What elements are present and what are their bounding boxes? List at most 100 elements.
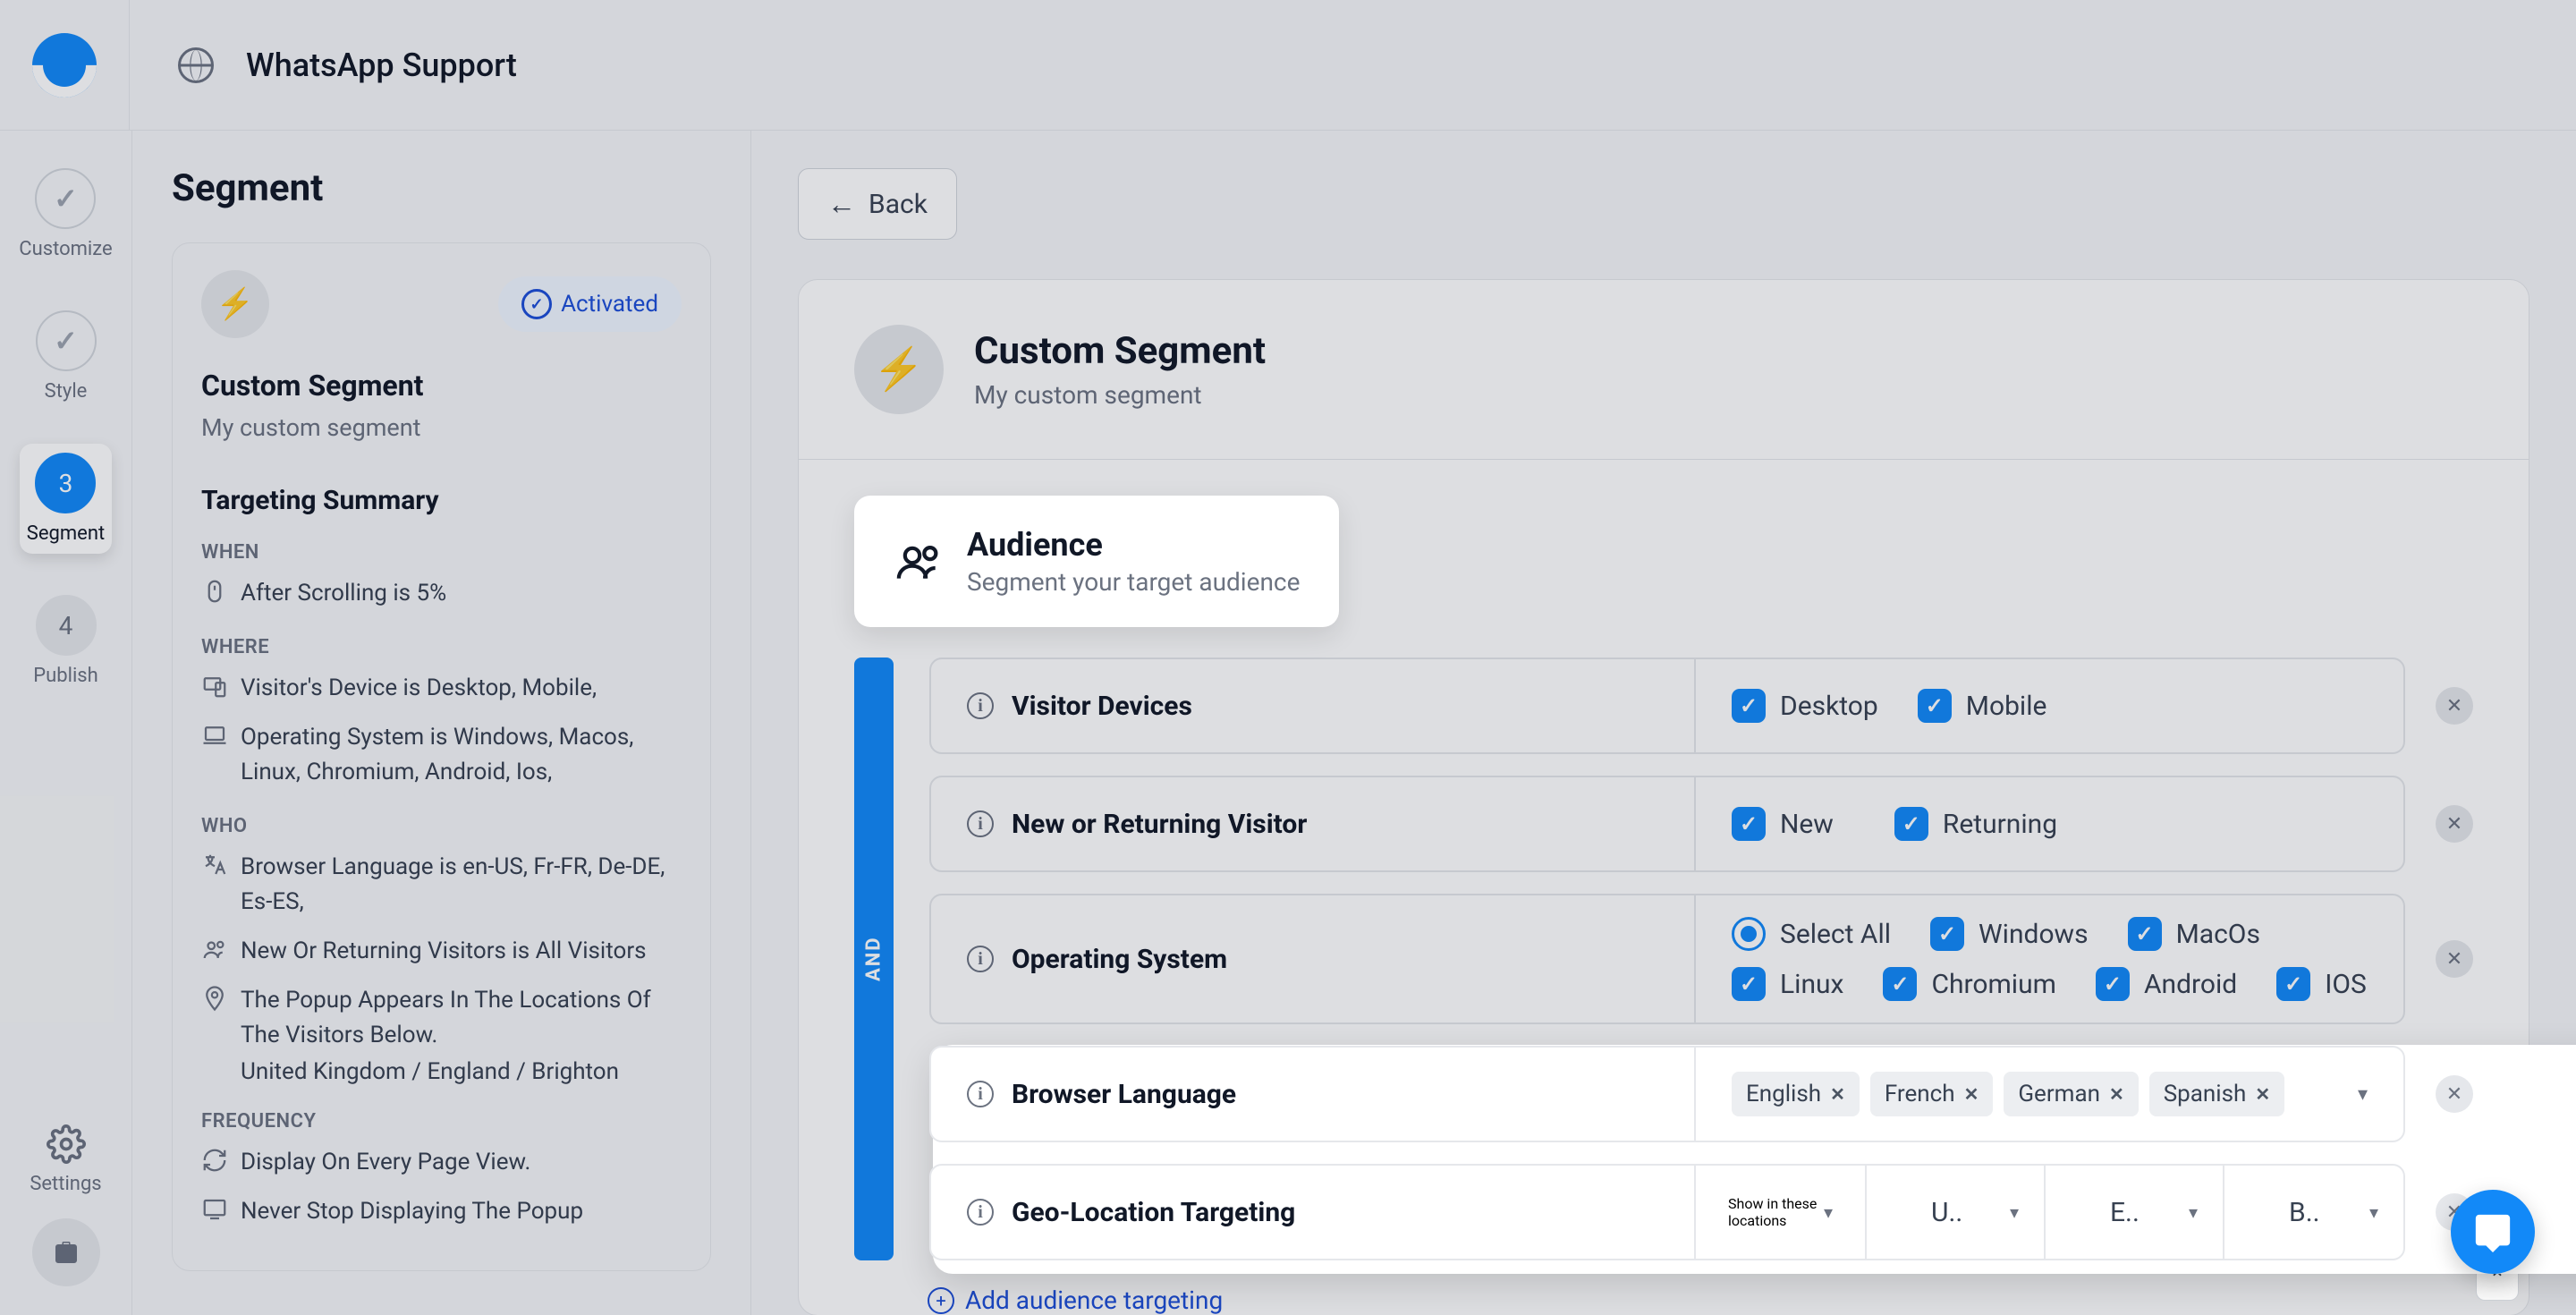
checkbox-chromium[interactable]: Chromium xyxy=(1883,967,2055,1001)
tag-spanish[interactable]: Spanish✕ xyxy=(2149,1072,2284,1116)
bolt-icon: ⚡ xyxy=(854,325,944,414)
chevron-down-icon: ▾ xyxy=(2369,1201,2378,1223)
geo-select-city[interactable]: B..▾ xyxy=(2264,1166,2403,1259)
freq-every: Display On Every Page View. xyxy=(241,1145,530,1180)
remove-tag-icon[interactable]: ✕ xyxy=(1964,1083,1979,1105)
remove-rule-button[interactable] xyxy=(2436,1075,2473,1113)
checkbox-windows[interactable]: Windows xyxy=(1930,917,2089,951)
geo-scope-select[interactable]: Show in these locations ▾ xyxy=(1696,1166,1867,1259)
segment-header: ⚡ Custom Segment My custom segment xyxy=(799,280,2529,460)
who-newret: New Or Returning Visitors is All Visitor… xyxy=(241,934,647,969)
geo-select-country[interactable]: U..▾ xyxy=(1906,1166,2046,1259)
main-content: Back ⚡ Custom Segment My custom segment … xyxy=(751,131,2576,1315)
globe-icon[interactable] xyxy=(178,47,214,83)
add-targeting-label: Add audience targeting xyxy=(965,1285,1223,1315)
checkbox-label: MacOs xyxy=(2176,919,2260,950)
step-style[interactable]: Style xyxy=(36,310,97,403)
remove-rule-button[interactable] xyxy=(2436,940,2473,978)
who-label: WHO xyxy=(201,815,682,837)
tag-german[interactable]: German✕ xyxy=(2004,1072,2138,1116)
check-icon xyxy=(36,310,97,371)
checkbox-linux[interactable]: Linux xyxy=(1732,967,1843,1001)
checkbox-label: Android xyxy=(2144,969,2237,1000)
chevron-down-icon: ▾ xyxy=(1824,1201,1833,1223)
remove-tag-icon[interactable]: ✕ xyxy=(1830,1083,1845,1105)
chevron-down-icon: ▾ xyxy=(2189,1201,2198,1223)
checkbox-icon xyxy=(2128,917,2162,951)
checkbox-icon xyxy=(1732,967,1766,1001)
checkbox-icon xyxy=(2276,967,2310,1001)
checkbox-icon xyxy=(1918,689,1952,723)
checkbox-label: Returning xyxy=(1943,809,2057,840)
remove-rule-button[interactable] xyxy=(2436,805,2473,843)
segment-desc: My custom segment xyxy=(201,413,682,442)
language-tags[interactable]: English✕ French✕ German✕ Spanish✕ ▾ xyxy=(1732,1072,2368,1116)
back-button[interactable]: Back xyxy=(798,168,957,240)
step-label: Segment xyxy=(27,522,105,545)
device-icon xyxy=(201,673,228,700)
plus-icon xyxy=(928,1287,954,1314)
checkbox-returning[interactable]: Returning xyxy=(1894,807,2057,841)
steps-nav: Customize Style 3 Segment 4 Publish Sett… xyxy=(0,131,132,1315)
rule-title: Visitor Devices xyxy=(1012,691,1192,722)
audience-section-button[interactable]: Audience Segment your target audience xyxy=(854,496,1339,627)
where-label: WHERE xyxy=(201,636,682,658)
info-icon[interactable] xyxy=(967,692,994,719)
summary-row: Browser Language is en-US, Fr-FR, De-DE,… xyxy=(201,850,682,920)
radio-select-all[interactable]: Select All xyxy=(1732,917,1891,951)
summary-row: Visitor's Device is Desktop, Mobile, xyxy=(201,671,682,706)
checkbox-icon xyxy=(1883,967,1917,1001)
chat-launcher[interactable] xyxy=(2451,1190,2535,1274)
geo-select-region[interactable]: E..▾ xyxy=(2085,1166,2224,1259)
rule-operating-system: Operating System Select All Windows xyxy=(929,894,2473,1024)
refresh-icon xyxy=(201,1147,228,1174)
info-icon[interactable] xyxy=(967,1199,994,1226)
info-icon[interactable] xyxy=(967,946,994,972)
checkbox-icon xyxy=(1732,807,1766,841)
app-header: WhatsApp Support xyxy=(0,0,2576,131)
and-connector: AND xyxy=(854,658,894,1260)
checkbox-mobile[interactable]: Mobile xyxy=(1918,689,2047,723)
add-audience-targeting[interactable]: Add audience targeting xyxy=(928,1285,1223,1315)
who-geo: The Popup Appears In The Locations Of Th… xyxy=(241,983,682,1053)
rule-visitor-devices: Visitor Devices Desktop Mobile xyxy=(929,658,2473,754)
rule-title: Geo-Location Targeting xyxy=(1012,1197,1295,1228)
checkbox-macos[interactable]: MacOs xyxy=(2128,917,2260,951)
checkbox-new[interactable]: New xyxy=(1732,807,1834,841)
translate-icon xyxy=(201,852,228,878)
audience-sub: Segment your target audience xyxy=(967,567,1300,597)
briefcase-button[interactable] xyxy=(32,1218,100,1286)
panel-title: Segment xyxy=(172,166,711,210)
chat-icon xyxy=(2472,1211,2513,1252)
remove-rule-button[interactable] xyxy=(2436,687,2473,725)
freq-never: Never Stop Displaying The Popup xyxy=(241,1194,583,1229)
checkbox-desktop[interactable]: Desktop xyxy=(1732,689,1878,723)
bolt-icon: ⚡ xyxy=(201,270,269,338)
remove-tag-icon[interactable]: ✕ xyxy=(2255,1083,2270,1105)
activated-badge: Activated xyxy=(498,276,682,332)
app-logo[interactable] xyxy=(32,33,97,98)
checkbox-android[interactable]: Android xyxy=(2096,967,2237,1001)
checkbox-ios[interactable]: IOS xyxy=(2276,967,2367,1001)
step-label: Publish xyxy=(33,665,98,687)
step-customize[interactable]: Customize xyxy=(19,168,112,260)
info-icon[interactable] xyxy=(967,810,994,837)
geo-scope-label: Show in these locations xyxy=(1728,1195,1824,1229)
segment-name: Custom Segment xyxy=(201,369,682,403)
tag-french[interactable]: French✕ xyxy=(1870,1072,1993,1116)
summary-row: Display On Every Page View. xyxy=(201,1145,682,1180)
chevron-down-icon[interactable]: ▾ xyxy=(2358,1083,2368,1106)
rule-geo-location: Geo-Location Targeting Show in these loc… xyxy=(929,1164,2473,1260)
step-segment[interactable]: 3 Segment xyxy=(20,444,112,554)
info-icon[interactable] xyxy=(967,1081,994,1107)
briefcase-icon xyxy=(50,1236,82,1268)
step-publish[interactable]: 4 Publish xyxy=(33,595,98,687)
mouse-icon xyxy=(201,578,228,605)
settings-button[interactable]: Settings xyxy=(30,1124,101,1195)
tag-english[interactable]: English✕ xyxy=(1732,1072,1860,1116)
summary-row: Operating System is Windows, Macos, Linu… xyxy=(201,720,682,790)
checkbox-label: New xyxy=(1780,809,1834,840)
checkbox-label: Windows xyxy=(1979,919,2089,950)
remove-tag-icon[interactable]: ✕ xyxy=(2109,1083,2124,1105)
hero-title: Custom Segment xyxy=(974,329,1266,373)
